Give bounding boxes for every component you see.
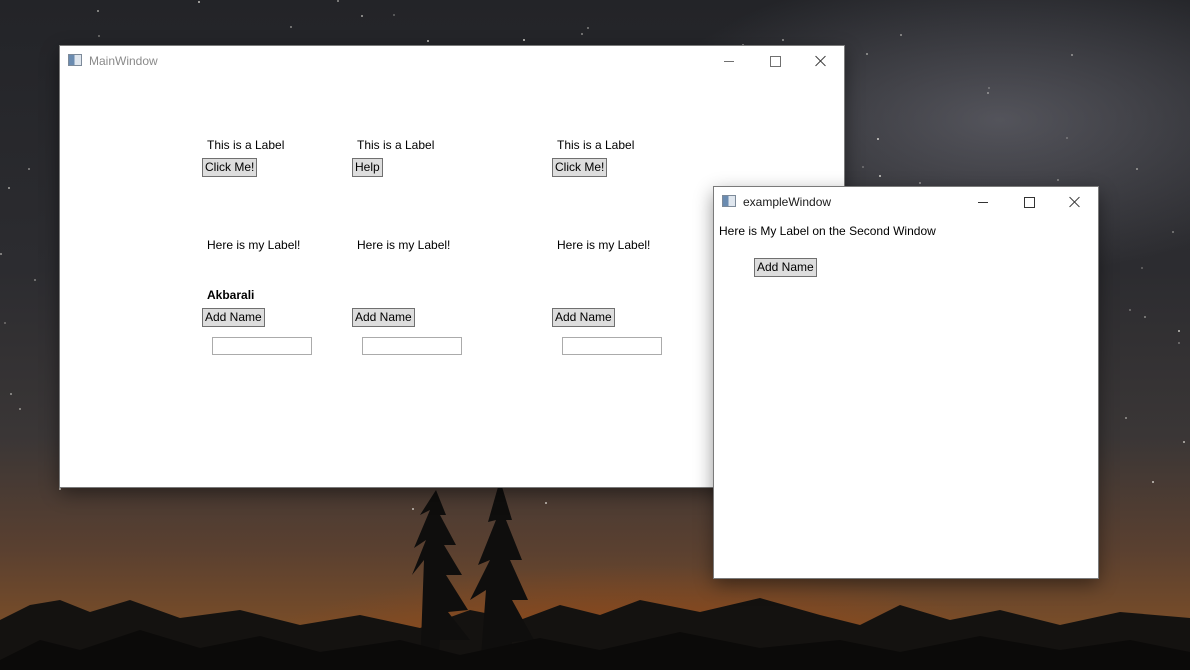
add-name-button-1[interactable]: Add Name [202, 308, 265, 327]
star [361, 15, 363, 17]
label-col2: This is a Label [357, 138, 435, 152]
star [862, 166, 864, 168]
star [1144, 316, 1146, 318]
minimize-button[interactable] [960, 187, 1006, 217]
star [1183, 441, 1185, 443]
star [919, 182, 921, 184]
name-input-2[interactable] [362, 337, 462, 355]
star [879, 175, 881, 177]
star [587, 27, 589, 29]
help-button[interactable]: Help [352, 158, 383, 177]
star [10, 393, 12, 395]
star [1152, 481, 1154, 483]
star [290, 26, 292, 28]
star [1178, 342, 1180, 344]
star [1071, 54, 1073, 56]
star [545, 502, 547, 504]
star [581, 33, 583, 35]
maximize-button[interactable] [752, 46, 798, 76]
star [988, 87, 990, 89]
star [19, 408, 21, 410]
star [1057, 179, 1059, 181]
star [523, 39, 525, 41]
main-window-titlebar[interactable]: MainWindow [60, 46, 844, 76]
star [900, 34, 902, 36]
my-label-col1: Here is my Label! [207, 238, 301, 252]
second-window-label: Here is My Label on the Second Window [719, 224, 936, 238]
star [8, 187, 10, 189]
minimize-icon [978, 201, 988, 203]
star [0, 253, 2, 255]
star [427, 40, 429, 42]
close-icon [1069, 196, 1081, 208]
star [337, 0, 339, 2]
star [987, 92, 989, 94]
star [1066, 137, 1068, 139]
close-button[interactable] [1052, 187, 1098, 217]
star [34, 279, 36, 281]
star [28, 168, 30, 170]
label-col1: This is a Label [207, 138, 285, 152]
star [1125, 417, 1127, 419]
star [97, 10, 99, 12]
star [98, 35, 100, 37]
star [4, 322, 6, 324]
main-window-title: MainWindow [89, 54, 158, 68]
add-name-button[interactable]: Add Name [754, 258, 817, 277]
app-window-icon [722, 195, 736, 207]
name-input-3[interactable] [562, 337, 662, 355]
click-me-button-2[interactable]: Click Me! [552, 158, 608, 177]
add-name-button-3[interactable]: Add Name [552, 308, 615, 327]
name-label: Akbarali [207, 288, 255, 302]
name-input-1[interactable] [212, 337, 312, 355]
star [1141, 267, 1143, 269]
close-button[interactable] [798, 46, 844, 76]
app-window-icon [68, 54, 82, 66]
star [59, 488, 61, 490]
maximize-button[interactable] [1006, 187, 1052, 217]
example-window-titlebar[interactable]: exampleWindow [714, 187, 1098, 217]
minimize-icon [724, 60, 734, 62]
my-label-col3: Here is my Label! [557, 238, 651, 252]
close-icon [815, 55, 827, 67]
click-me-button-1[interactable]: Click Me! [202, 158, 258, 177]
star [1178, 330, 1180, 332]
example-window-title: exampleWindow [743, 195, 832, 209]
star [782, 39, 784, 41]
star [877, 138, 879, 140]
star [866, 53, 868, 55]
star [198, 1, 200, 3]
star [412, 508, 414, 510]
my-label-col2: Here is my Label! [357, 238, 451, 252]
example-window[interactable]: exampleWindow Here is My Label on the Se… [714, 187, 1098, 578]
label-col3: This is a Label [557, 138, 635, 152]
star [1172, 231, 1174, 233]
star [1136, 168, 1138, 170]
add-name-button-2[interactable]: Add Name [352, 308, 415, 327]
maximize-icon [769, 55, 781, 67]
minimize-button[interactable] [706, 46, 752, 76]
star [1129, 309, 1131, 311]
maximize-icon [1023, 196, 1035, 208]
star [393, 14, 395, 16]
